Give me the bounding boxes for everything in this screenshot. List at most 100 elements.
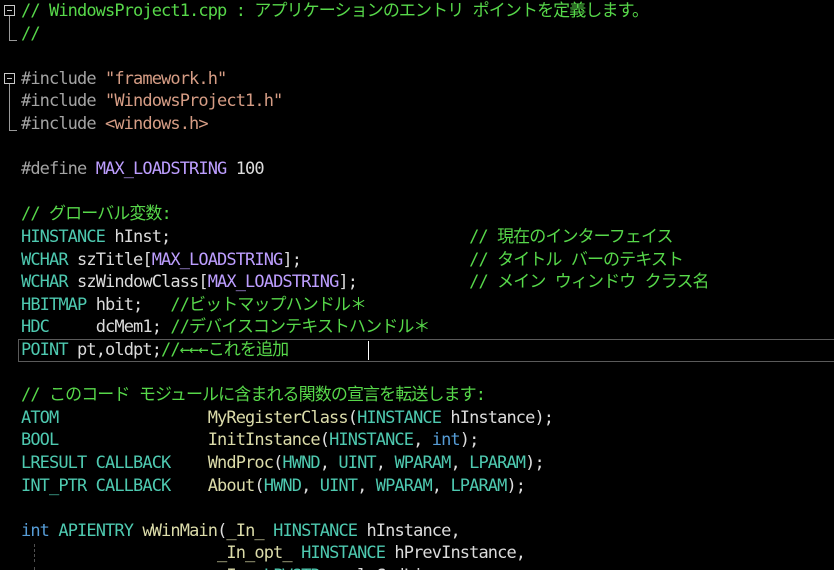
code-token: , <box>450 453 470 473</box>
code-token: #include <box>21 91 106 112</box>
fold-guide-end <box>9 22 17 41</box>
code-line[interactable]: // WindowsProject1.cpp : アプリケーションのエントリ ポ… <box>0 0 834 23</box>
code-token: MyRegisterClass <box>207 407 349 428</box>
code-line[interactable] <box>0 45 834 68</box>
code-token: , <box>431 475 451 496</box>
code-line[interactable]: #include <windows.h> <box>0 113 834 136</box>
collapse-icon[interactable] <box>4 72 15 84</box>
code-token: int <box>21 520 50 541</box>
code-token: hInstance, <box>357 520 460 541</box>
code-token: // <box>21 23 41 44</box>
fold-guide <box>9 90 10 113</box>
code-line[interactable]: #include "WindowsProject1.h" <box>0 90 834 113</box>
code-token: , <box>319 453 339 473</box>
code-token: WndProc <box>207 453 274 473</box>
code-line[interactable] <box>0 181 834 204</box>
code-token: InitInstance <box>207 430 321 451</box>
code-line[interactable]: HINSTANCE hInst; // 現在のインターフェイス <box>0 226 834 249</box>
code-line[interactable]: WCHAR szTitle[MAX_LOADSTRING]; // タイトル バ… <box>0 249 834 272</box>
code-text: POINT pt,oldpt;//←←←これを追加 <box>21 339 289 362</box>
code-text: LRESULT CALLBACK WndProc(HWND, UINT, WPA… <box>21 452 545 475</box>
code-token: HWND <box>263 475 302 496</box>
code-token: HDC <box>21 317 50 338</box>
code-line[interactable]: // このコード モジュールに含まれる関数の宣言を転送します: <box>0 384 834 407</box>
code-text: int APIENTRY wWinMain(_In_ HINSTANCE hIn… <box>21 520 461 543</box>
code-token: HINSTANCE <box>21 227 106 247</box>
code-token: , <box>357 475 376 496</box>
code-token: wWinMain <box>142 520 218 541</box>
code-line[interactable]: INT_PTR CALLBACK About(HWND, UINT, WPARA… <box>0 475 834 498</box>
code-line[interactable]: HDC dcMem1; //デバイスコンテキストハンドル＊ <box>0 316 834 339</box>
code-token: POINT <box>21 340 69 360</box>
code-token: HBITMAP <box>21 294 87 315</box>
code-text: WCHAR szWindowClass[MAX_LOADSTRING]; // … <box>21 271 710 294</box>
code-token: LPARAM <box>450 475 507 496</box>
code-token: ); <box>506 475 526 496</box>
code-text: HDC dcMem1; //デバイスコンテキストハンドル＊ <box>21 316 430 339</box>
code-line[interactable]: WCHAR szWindowClass[MAX_LOADSTRING]; // … <box>0 271 834 294</box>
code-token: szWindowClass[ <box>67 272 209 293</box>
code-token: ); <box>525 453 545 473</box>
code-text: #include <windows.h> <box>21 113 209 136</box>
code-token: ( <box>254 475 264 496</box>
code-token: HINSTANCE <box>273 520 358 541</box>
code-token: HINSTANCE <box>357 407 442 428</box>
code-token: hInst; <box>105 227 470 247</box>
code-line[interactable] <box>0 136 834 159</box>
code-token: APIENTRY <box>58 520 134 541</box>
code-text: _In_ LPWSTR lpCmdLine, <box>21 565 451 570</box>
code-line[interactable] <box>0 362 834 385</box>
code-token: MAX_LOADSTRING <box>207 272 340 293</box>
code-line[interactable]: // <box>0 22 834 46</box>
code-token: ( <box>319 430 330 451</box>
code-token: lpCmdLine, <box>320 566 451 570</box>
code-line[interactable]: BOOL InitInstance(HINSTANCE, int); <box>0 429 834 452</box>
code-token: // 現在のインターフェイス <box>469 227 673 247</box>
code-token: // このコード モジュールに含まれる関数の宣言を転送します: <box>21 385 486 406</box>
code-token: ( <box>347 407 358 428</box>
code-line[interactable]: HBITMAP hbit; //ビットマップハンドル＊ <box>0 294 834 317</box>
collapse-icon[interactable] <box>4 5 15 16</box>
code-text: #define MAX_LOADSTRING 100 <box>21 158 265 181</box>
code-token: MAX_LOADSTRING <box>95 159 228 180</box>
code-token: _In_opt_ <box>217 543 293 564</box>
code-token: WCHAR <box>21 272 69 293</box>
code-token: dcMem1; <box>49 317 171 338</box>
code-line[interactable]: _In_ LPWSTR lpCmdLine, <box>0 565 834 570</box>
code-line[interactable]: #include "framework.h" <box>0 68 834 91</box>
code-line[interactable]: _In_opt_ HINSTANCE hPrevInstance, <box>0 542 834 565</box>
code-token: "framework.h" <box>105 68 227 89</box>
code-token: hbit; <box>86 294 171 315</box>
code-token: #define <box>21 159 96 180</box>
code-line[interactable]: int APIENTRY wWinMain(_In_ HINSTANCE hIn… <box>0 520 834 543</box>
code-token: About <box>207 475 256 496</box>
code-token: UINT <box>319 475 358 496</box>
code-line[interactable]: #define MAX_LOADSTRING 100 <box>0 158 834 181</box>
code-editor[interactable]: // WindowsProject1.cpp : アプリケーションのエントリ ポ… <box>0 0 834 570</box>
code-text: // グローバル変数: <box>21 203 172 226</box>
code-line[interactable]: LRESULT CALLBACK WndProc(HWND, UINT, WPA… <box>0 452 834 475</box>
code-token: <windows.h> <box>105 114 209 134</box>
code-token: #include <box>21 114 106 134</box>
code-text: ATOM MyRegisterClass(HINSTANCE hInstance… <box>21 407 554 430</box>
code-line[interactable]: // グローバル変数: <box>0 203 834 226</box>
code-token: UINT <box>338 453 376 473</box>
code-line[interactable]: POINT pt,oldpt;//←←←これを追加 <box>0 339 834 362</box>
code-text: INT_PTR CALLBACK About(HWND, UINT, WPARA… <box>21 475 526 498</box>
code-text: _In_opt_ HINSTANCE hPrevInstance, <box>21 542 526 565</box>
code-line[interactable]: ATOM MyRegisterClass(HINSTANCE hInstance… <box>0 407 834 430</box>
code-token: LRESULT CALLBACK <box>21 453 171 473</box>
code-line[interactable] <box>0 497 834 520</box>
code-token: int <box>431 430 461 451</box>
code-token: WCHAR <box>21 249 69 270</box>
code-token: ); <box>459 430 480 451</box>
code-token: //←←←これを追加 <box>161 340 289 360</box>
